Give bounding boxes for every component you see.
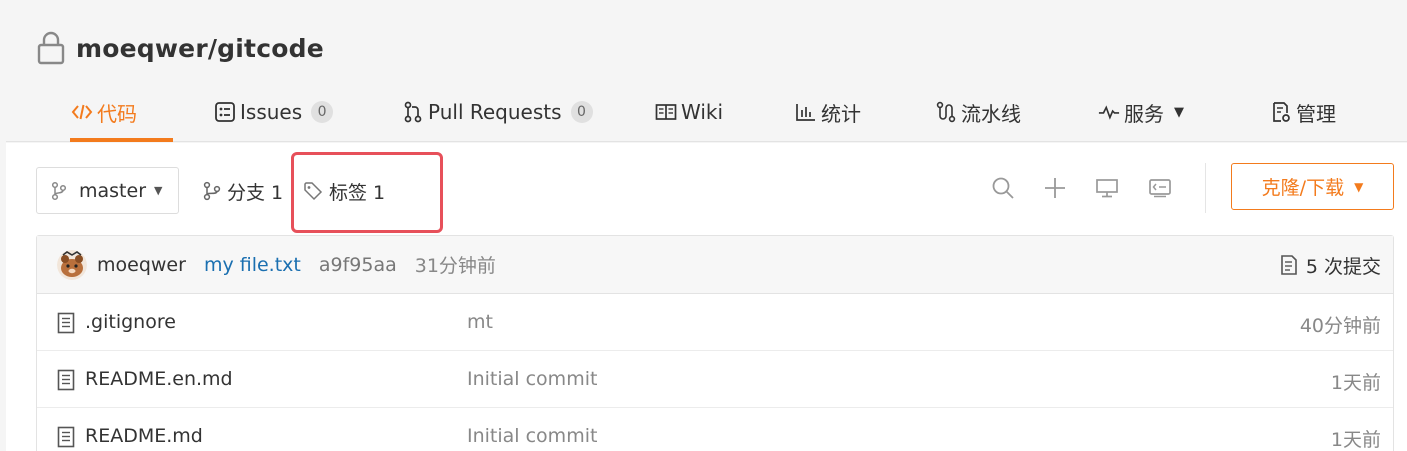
issues-count-badge: 0 xyxy=(311,101,334,123)
tab-code[interactable]: 代码 xyxy=(70,82,173,142)
monitor-icon[interactable] xyxy=(1094,175,1120,201)
commit-count-label: 5 次提交 xyxy=(1305,255,1381,278)
branch-select[interactable]: master ▼ xyxy=(36,167,179,214)
branches-link-label: 分支 1 xyxy=(227,181,284,204)
file-row[interactable]: .gitignore mt 40分钟前 xyxy=(37,294,1393,351)
tab-issues-label: Issues xyxy=(240,100,303,124)
tab-code-label: 代码 xyxy=(97,101,137,126)
tab-pull-requests-label: Pull Requests xyxy=(428,100,562,124)
commit-time: 31分钟前 xyxy=(414,255,496,277)
commit-author[interactable]: moeqwer xyxy=(97,254,186,276)
latest-commit-bar: moeqwer my file.txt a9f95aa 31分钟前 5 次提交 xyxy=(37,236,1393,294)
file-icon xyxy=(57,426,75,448)
tab-manage[interactable]: 管理 xyxy=(1270,82,1336,142)
clone-download-label: 克隆/下载 xyxy=(1261,177,1345,199)
settings-doc-icon xyxy=(1270,101,1292,123)
pulse-icon xyxy=(1098,101,1120,123)
code-icon xyxy=(71,101,93,123)
pull-requests-count-badge: 0 xyxy=(570,101,593,123)
tab-pull-requests[interactable]: Pull Requests 0 xyxy=(402,82,593,142)
repo-header: moeqwer/gitcode 代码 Issues 0 Pull Request… xyxy=(6,0,1407,142)
commits-doc-icon xyxy=(1280,254,1298,276)
tags-highlight-box xyxy=(291,152,443,233)
pipeline-icon xyxy=(935,101,957,123)
file-name[interactable]: .gitignore xyxy=(85,311,176,333)
file-row[interactable]: README.md Initial commit 1天前 xyxy=(37,408,1393,451)
file-table: moeqwer my file.txt a9f95aa 31分钟前 5 次提交 … xyxy=(36,235,1394,451)
search-icon[interactable] xyxy=(990,175,1016,201)
file-row[interactable]: README.en.md Initial commit 1天前 xyxy=(37,351,1393,408)
file-icon xyxy=(57,369,75,391)
pull-request-icon xyxy=(402,101,424,123)
book-icon xyxy=(655,101,677,123)
branch-select-value: master xyxy=(79,179,147,202)
branch-icon xyxy=(51,181,67,201)
tab-pipeline[interactable]: 流水线 xyxy=(935,82,1021,142)
commit-sha[interactable]: a9f95aa xyxy=(319,254,397,276)
bar-chart-icon xyxy=(795,101,817,123)
repo-title[interactable]: moeqwer/gitcode xyxy=(76,34,324,63)
tab-services[interactable]: 服务 ▼ xyxy=(1098,82,1184,142)
branch-icon xyxy=(203,181,221,201)
commit-message-link[interactable]: my file.txt xyxy=(204,254,301,276)
lock-icon xyxy=(36,30,66,66)
issues-icon xyxy=(214,101,236,123)
commit-count-link[interactable]: 5 次提交 xyxy=(1280,236,1381,294)
tab-manage-label: 管理 xyxy=(1296,101,1336,126)
file-commit-time: 1天前 xyxy=(1330,372,1381,394)
file-commit-time: 40分钟前 xyxy=(1299,315,1381,337)
tab-pipeline-label: 流水线 xyxy=(961,101,1021,126)
avatar[interactable] xyxy=(57,249,87,280)
page: moeqwer/gitcode 代码 Issues 0 Pull Request… xyxy=(0,0,1407,451)
file-commit-message[interactable]: Initial commit xyxy=(467,368,597,390)
chevron-down-icon: ▼ xyxy=(1174,104,1184,120)
tab-wiki-label: Wiki xyxy=(681,100,724,124)
tab-services-label: 服务 xyxy=(1124,101,1164,126)
tab-issues[interactable]: Issues 0 xyxy=(214,82,334,142)
chevron-down-icon: ▼ xyxy=(154,184,163,197)
repo-tabs: 代码 Issues 0 Pull Requests 0 Wiki 统计 流水线 … xyxy=(36,82,1396,142)
toolbar-divider xyxy=(1205,163,1206,213)
file-commit-message[interactable]: Initial commit xyxy=(467,425,597,447)
file-commit-message[interactable]: mt xyxy=(467,311,493,333)
tab-statistics-label: 统计 xyxy=(821,101,861,126)
tab-wiki[interactable]: Wiki xyxy=(655,82,723,142)
file-name[interactable]: README.en.md xyxy=(85,368,233,390)
repo-content: master ▼ 分支 1 标签 1 克隆/下载 ▼ moeqwer my fi… xyxy=(6,143,1407,451)
tab-statistics[interactable]: 统计 xyxy=(795,82,861,142)
web-ide-icon[interactable] xyxy=(1147,175,1173,201)
chevron-down-icon: ▼ xyxy=(1354,179,1364,194)
plus-icon[interactable] xyxy=(1042,175,1068,201)
file-icon xyxy=(57,312,75,334)
branches-link[interactable]: 分支 1 xyxy=(203,177,283,205)
clone-download-button[interactable]: 克隆/下载 ▼ xyxy=(1231,163,1394,210)
repo-title-row: moeqwer/gitcode xyxy=(36,28,324,68)
file-commit-time: 1天前 xyxy=(1330,429,1381,451)
file-name[interactable]: README.md xyxy=(85,425,203,447)
